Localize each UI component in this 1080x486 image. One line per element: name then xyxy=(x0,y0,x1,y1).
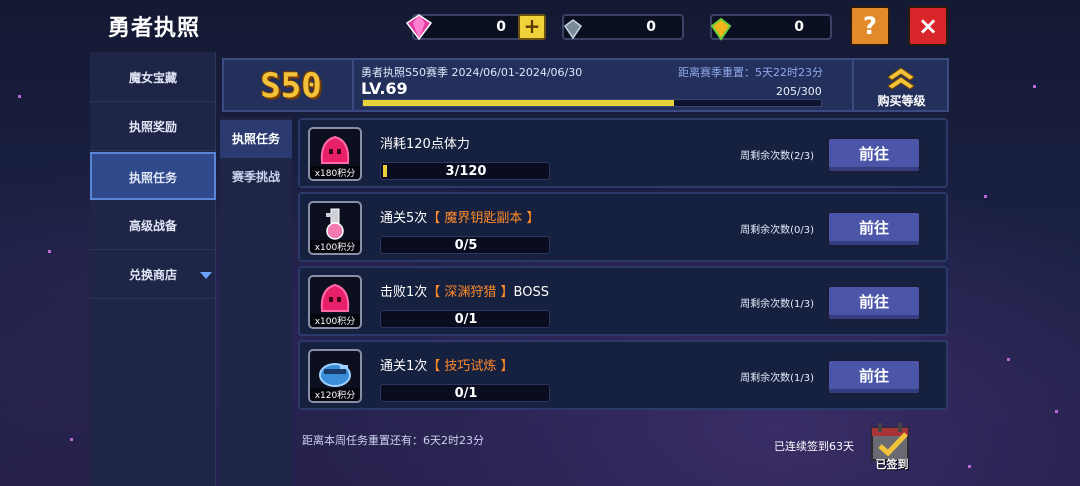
buy-level-label: 购买等级 xyxy=(877,94,926,108)
gem-value: 0 xyxy=(496,19,506,35)
crystal-icon xyxy=(563,19,583,40)
task-name: 通关1次【 技巧试炼 】 xyxy=(380,359,514,374)
star-decoration xyxy=(1007,358,1010,361)
gold-gem-icon xyxy=(710,17,732,41)
season-name: 勇者执照S50赛季 2024/06/01-2024/06/30 xyxy=(361,66,583,79)
task-progress-text: 0/5 xyxy=(454,238,478,253)
task-subtabs: 执照任务 赛季挑战 xyxy=(220,118,292,486)
go-button[interactable]: 前往 xyxy=(827,359,921,395)
close-button[interactable]: × xyxy=(908,6,948,46)
gem-icon xyxy=(405,14,433,41)
task-row: x120积分 通关1次【 技巧试炼 】 0/1 周剩余次数(1/3) 前往 xyxy=(298,340,948,410)
weekly-remaining: 周剩余次数(1/3) xyxy=(740,299,814,310)
task-points: x120积分 xyxy=(310,388,360,401)
sidebar-item-advanced-prep[interactable]: 高级战备 xyxy=(90,202,216,250)
divider xyxy=(352,60,354,110)
task-progress-text: 0/1 xyxy=(454,312,478,327)
star-decoration xyxy=(968,465,971,468)
xp-progress-fill xyxy=(363,100,675,106)
gold-gem-counter: 0 xyxy=(710,14,832,41)
task-icon: x120积分 xyxy=(308,349,362,403)
crystal-counter: 0 xyxy=(562,14,684,40)
xp-counter: 205/300 xyxy=(776,85,822,98)
xp-progress-bar xyxy=(362,99,822,107)
star-decoration xyxy=(48,250,51,253)
task-progress-bar: 0/1 xyxy=(380,310,550,328)
star-decoration xyxy=(984,195,987,198)
buy-level-button[interactable]: 购买等级 xyxy=(852,60,947,110)
gem-counter: 0 + xyxy=(405,14,546,41)
task-name: 击败1次【 深渊狩猎 】BOSS xyxy=(380,285,549,300)
weekly-remaining: 周剩余次数(1/3) xyxy=(740,373,814,384)
sidebar-item-license-tasks[interactable]: 执照任务 xyxy=(90,152,216,200)
sidebar-item-label: 兑换商店 xyxy=(128,268,177,282)
task-name: 消耗120点体力 xyxy=(380,137,470,152)
task-progress-text: 3/120 xyxy=(445,164,487,179)
task-points: x100积分 xyxy=(310,314,360,327)
star-decoration xyxy=(70,438,73,441)
chevron-down-icon xyxy=(200,272,212,279)
crystal-value: 0 xyxy=(646,19,656,35)
sidebar-item-witch-treasure[interactable]: 魔女宝藏 xyxy=(90,54,216,102)
weekly-remaining: 周剩余次数(2/3) xyxy=(740,151,814,162)
season-reset-countdown: 距离赛季重置：5天22时23分 xyxy=(678,66,823,79)
go-button[interactable]: 前往 xyxy=(827,137,921,173)
task-progress-bar: 0/5 xyxy=(380,236,550,254)
task-row: x180积分 消耗120点体力 3/120 周剩余次数(2/3) 前往 xyxy=(298,118,948,188)
season-header: S50 勇者执照S50赛季 2024/06/01-2024/06/30 距离赛季… xyxy=(222,58,949,112)
tab-season-challenge[interactable]: 赛季挑战 xyxy=(220,158,292,196)
signed-label: 已签到 xyxy=(875,458,909,471)
signed-in-button[interactable]: 已签到 xyxy=(868,420,916,472)
pink-slime-icon xyxy=(320,135,350,164)
weekly-remaining: 周剩余次数(0/3) xyxy=(740,225,814,236)
tab-license-tasks[interactable]: 执照任务 xyxy=(220,120,292,158)
sidebar: 魔女宝藏 执照奖励 执照任务 高级战备 兑换商店 xyxy=(90,52,216,486)
task-progress-text: 0/1 xyxy=(454,386,478,401)
task-progress-bar: 3/120 xyxy=(380,162,550,180)
blue-creature-icon xyxy=(319,363,351,387)
star-decoration xyxy=(18,95,21,98)
pink-slime-icon xyxy=(320,283,350,312)
help-button[interactable]: ? xyxy=(850,6,890,46)
task-name: 通关5次【 魔界钥匙副本 】 xyxy=(380,211,540,226)
weekly-reset-countdown: 距离本周任务重置还有：6天2时23分 xyxy=(302,434,484,447)
star-decoration xyxy=(1055,410,1058,413)
key-potion-icon xyxy=(326,208,344,240)
license-level: LV.69 xyxy=(361,79,408,98)
task-row: x100积分 通关5次【 魔界钥匙副本 】 0/5 周剩余次数(0/3) 前往 xyxy=(298,192,948,262)
go-button[interactable]: 前往 xyxy=(827,285,921,321)
task-icon: x100积分 xyxy=(308,201,362,255)
star-decoration xyxy=(1033,85,1036,88)
task-icon: x180积分 xyxy=(308,127,362,181)
task-points: x100积分 xyxy=(310,240,360,253)
signin-streak: 已连续签到63天 xyxy=(774,440,854,453)
add-gem-button[interactable]: + xyxy=(518,14,546,40)
sidebar-item-exchange-shop[interactable]: 兑换商店 xyxy=(90,251,216,299)
season-badge: S50 xyxy=(260,66,322,106)
page-title: 勇者执照 xyxy=(108,16,201,41)
task-points: x180积分 xyxy=(310,166,360,179)
task-icon: x100积分 xyxy=(308,275,362,329)
gold-gem-value: 0 xyxy=(794,19,804,35)
task-row: x100积分 击败1次【 深渊狩猎 】BOSS 0/1 周剩余次数(1/3) 前… xyxy=(298,266,948,336)
sidebar-item-license-rewards[interactable]: 执照奖励 xyxy=(90,103,216,151)
double-chevron-up-icon xyxy=(887,67,915,90)
task-progress-bar: 0/1 xyxy=(380,384,550,402)
go-button[interactable]: 前往 xyxy=(827,211,921,247)
